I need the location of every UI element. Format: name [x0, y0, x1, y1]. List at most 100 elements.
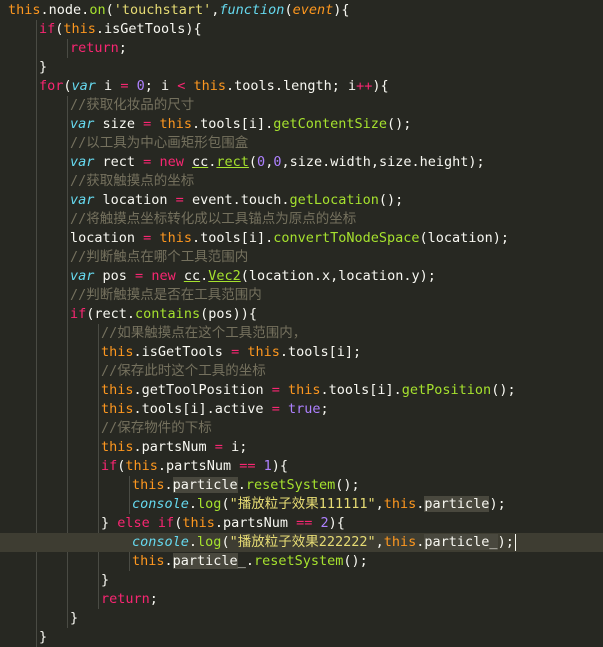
- code-token: this: [101, 439, 134, 455]
- code-token: true: [287, 401, 321, 417]
- code-token: .tools[i].: [191, 230, 274, 246]
- code-token: //保存物件的下标: [101, 420, 212, 436]
- code-token: ;: [118, 40, 127, 56]
- code-token: this: [101, 401, 134, 417]
- code-line[interactable]: //保存物件的下标: [0, 419, 603, 438]
- code-line[interactable]: console.log("播放粒子效果222222",this.particle…: [0, 533, 603, 552]
- code-line[interactable]: } else if(this.partsNum == 2){: [0, 514, 603, 533]
- code-line[interactable]: return;: [0, 39, 603, 58]
- code-token: {: [341, 2, 350, 18]
- code-line[interactable]: var size = this.tools[i].getContentSize(…: [0, 115, 603, 134]
- code-line[interactable]: console.log("播放粒子效果111111",this.particle…: [0, 495, 603, 514]
- code-line[interactable]: }: [0, 609, 603, 628]
- code-line[interactable]: if(this.partsNum == 1){: [0, 457, 603, 476]
- code-token: .: [133, 382, 142, 398]
- code-token: getContentSize: [273, 116, 388, 132]
- code-line[interactable]: for(var i = 0; i < this.tools.length; i+…: [0, 77, 603, 96]
- code-token: cc: [191, 154, 209, 170]
- code-text: this.getToolPosition = this.tools[i].get…: [101, 381, 516, 400]
- code-token: ,size.width,size.height);: [281, 154, 485, 170]
- code-line[interactable]: }: [0, 58, 603, 77]
- code-text: var location = event.touch.getLocation()…: [70, 191, 403, 210]
- code-token: rect: [94, 154, 144, 170]
- code-token: (: [284, 2, 293, 18]
- code-text: if(this.isGetTools){: [39, 20, 202, 39]
- code-token: .: [188, 534, 198, 550]
- code-text: console.log("播放粒子效果111111",this.particle…: [132, 495, 506, 514]
- code-line[interactable]: this.particle.resetSystem();: [0, 476, 603, 495]
- code-token: getLocation: [289, 192, 379, 208]
- code-token: .tools[i];: [279, 344, 362, 360]
- code-line[interactable]: this.getToolPosition = this.tools[i].get…: [0, 381, 603, 400]
- code-line[interactable]: this.tools[i].active = true;: [0, 400, 603, 419]
- code-token: 0: [257, 154, 266, 170]
- code-token: this: [125, 458, 158, 474]
- code-text: //判断触摸点是否在工具范围内: [70, 286, 262, 305]
- code-line[interactable]: //判断触点在哪个工具范围内: [0, 248, 603, 267]
- code-text: //以工具为中心画矩形包围盒: [70, 134, 248, 153]
- code-line[interactable]: //以工具为中心画矩形包围盒: [0, 134, 603, 153]
- code-text: this.particle_.resetSystem();: [132, 552, 368, 571]
- code-token: .tools[i].: [191, 116, 274, 132]
- code-token: .: [164, 477, 173, 493]
- code-line[interactable]: }: [0, 628, 603, 647]
- code-text: }: [70, 609, 78, 628]
- code-token: (: [221, 496, 230, 512]
- code-token: ();: [387, 116, 412, 132]
- code-token: "播放粒子效果111111": [229, 496, 376, 512]
- code-text: if(rect.contains(pos)){: [70, 305, 257, 324]
- code-token: this: [159, 230, 192, 246]
- code-token: }: [39, 59, 48, 75]
- code-line[interactable]: var rect = new cc.rect(0,0,size.width,si…: [0, 153, 603, 172]
- code-token: ();: [335, 477, 360, 493]
- code-token: on: [89, 2, 106, 18]
- code-token: var: [70, 192, 95, 208]
- code-token: for: [39, 78, 64, 94]
- code-token: }: [101, 572, 110, 588]
- code-token: (pos)){: [200, 306, 257, 322]
- code-line[interactable]: return;: [0, 590, 603, 609]
- code-token: this: [132, 477, 165, 493]
- code-line[interactable]: var pos = new cc.Vec2(location.x,locatio…: [0, 267, 603, 286]
- code-text: this.node.on('touchstart',function(event…: [8, 1, 350, 20]
- code-line[interactable]: this.node.on('touchstart',function(event…: [0, 1, 603, 20]
- code-line[interactable]: this.isGetTools = this.tools[i];: [0, 343, 603, 362]
- code-token: .tools[i].: [320, 382, 402, 398]
- code-token: event.touch.: [183, 192, 290, 208]
- code-line[interactable]: location = this.tools[i].convertToNodeSp…: [0, 229, 603, 248]
- code-token: .: [164, 553, 173, 569]
- code-token: //将触摸点坐标转化成以工具锚点为原点的坐标: [70, 211, 357, 227]
- code-line[interactable]: //将触摸点坐标转化成以工具锚点为原点的坐标: [0, 210, 603, 229]
- code-token: //判断触点在哪个工具范围内: [70, 249, 249, 265]
- code-token: .partsNum: [157, 458, 240, 474]
- code-line[interactable]: //如果触摸点在这个工具范围内，: [0, 324, 603, 343]
- code-text: console.log("播放粒子效果222222",this.particle…: [132, 533, 514, 552]
- code-line[interactable]: //获取化妆品的尺寸: [0, 96, 603, 115]
- code-editor[interactable]: this.node.on('touchstart',function(event…: [0, 0, 603, 647]
- code-token: this: [8, 2, 41, 18]
- code-line[interactable]: }: [0, 571, 603, 590]
- code-token: 'touchstart': [113, 2, 212, 18]
- code-token: particle_: [424, 534, 498, 550]
- code-line[interactable]: var location = event.touch.getLocation()…: [0, 191, 603, 210]
- code-token: contains: [135, 306, 201, 322]
- code-token: var: [71, 78, 96, 94]
- code-token: =: [231, 344, 240, 360]
- code-text: }: [101, 571, 109, 590]
- code-line[interactable]: //判断触摸点是否在工具范围内: [0, 286, 603, 305]
- code-token: ;: [320, 401, 329, 417]
- code-line[interactable]: if(this.isGetTools){: [0, 20, 603, 39]
- code-line[interactable]: //获取触摸点的坐标: [0, 172, 603, 191]
- code-line[interactable]: if(rect.contains(pos)){: [0, 305, 603, 324]
- code-line[interactable]: this.partsNum = i;: [0, 438, 603, 457]
- code-line[interactable]: this.particle_.resetSystem();: [0, 552, 603, 571]
- code-line[interactable]: //保存此时这个工具的坐标: [0, 362, 603, 381]
- code-token: console: [132, 534, 189, 550]
- code-text: return;: [101, 590, 158, 609]
